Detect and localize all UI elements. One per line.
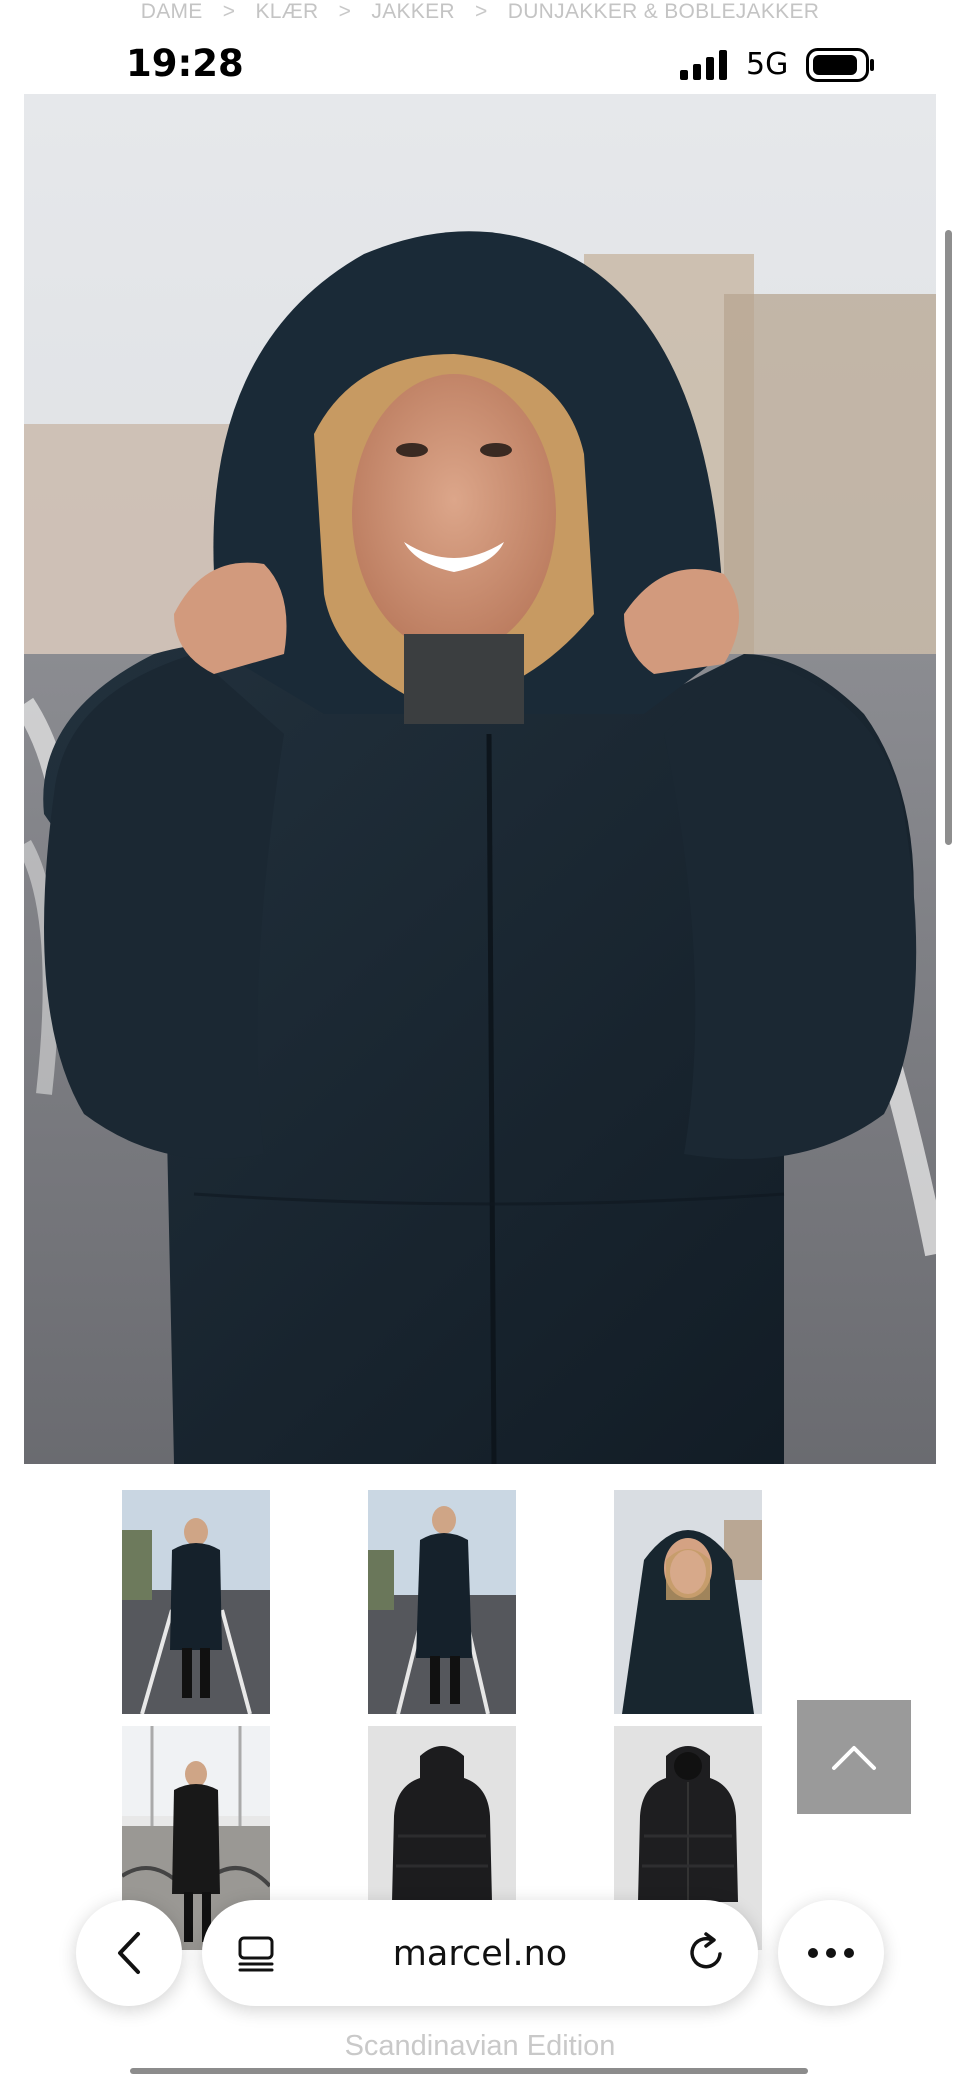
status-bar: 19:28 5G bbox=[0, 36, 960, 96]
chevron-left-icon bbox=[118, 1932, 140, 1974]
more-dots-icon bbox=[808, 1948, 854, 1958]
status-time: 19:28 bbox=[126, 42, 244, 85]
thumbnail-1[interactable] bbox=[122, 1490, 270, 1714]
breadcrumb-item-dame[interactable]: DAME bbox=[141, 0, 203, 23]
scroll-indicator[interactable] bbox=[945, 230, 952, 845]
breadcrumb-separator: > bbox=[222, 0, 236, 23]
breadcrumb-separator: > bbox=[338, 0, 352, 23]
footer-tagline: Scandinavian Edition bbox=[344, 2030, 616, 2062]
more-button[interactable] bbox=[778, 1900, 884, 2006]
breadcrumb-item-jakker[interactable]: JAKKER bbox=[371, 0, 455, 23]
battery-icon bbox=[806, 48, 874, 82]
breadcrumb-item-dunjakker[interactable]: DUNJAKKER & BOBLEJAKKER bbox=[508, 0, 820, 23]
thumbnail-2[interactable] bbox=[368, 1490, 516, 1714]
reload-icon[interactable] bbox=[684, 1930, 728, 1974]
back-to-top-button[interactable] bbox=[797, 1700, 911, 1814]
url-text[interactable]: marcel.no bbox=[202, 1934, 758, 1974]
network-label: 5G bbox=[746, 47, 789, 82]
breadcrumb-item-klaer[interactable]: KLÆR bbox=[255, 0, 318, 23]
browser-toolbar: marcel.no bbox=[0, 1890, 960, 2020]
home-indicator[interactable] bbox=[130, 2068, 808, 2074]
signal-bars-icon bbox=[680, 50, 727, 80]
chevron-up-icon bbox=[832, 1746, 876, 1770]
browser-back-button[interactable] bbox=[76, 1900, 182, 2006]
breadcrumb: DAME > KLÆR > JAKKER > DUNJAKKER & BOBLE… bbox=[0, 0, 960, 24]
product-main-image[interactable] bbox=[24, 94, 936, 1464]
breadcrumb-separator: > bbox=[475, 0, 488, 23]
address-bar[interactable]: marcel.no bbox=[202, 1900, 758, 2006]
thumbnail-3[interactable] bbox=[614, 1490, 762, 1714]
